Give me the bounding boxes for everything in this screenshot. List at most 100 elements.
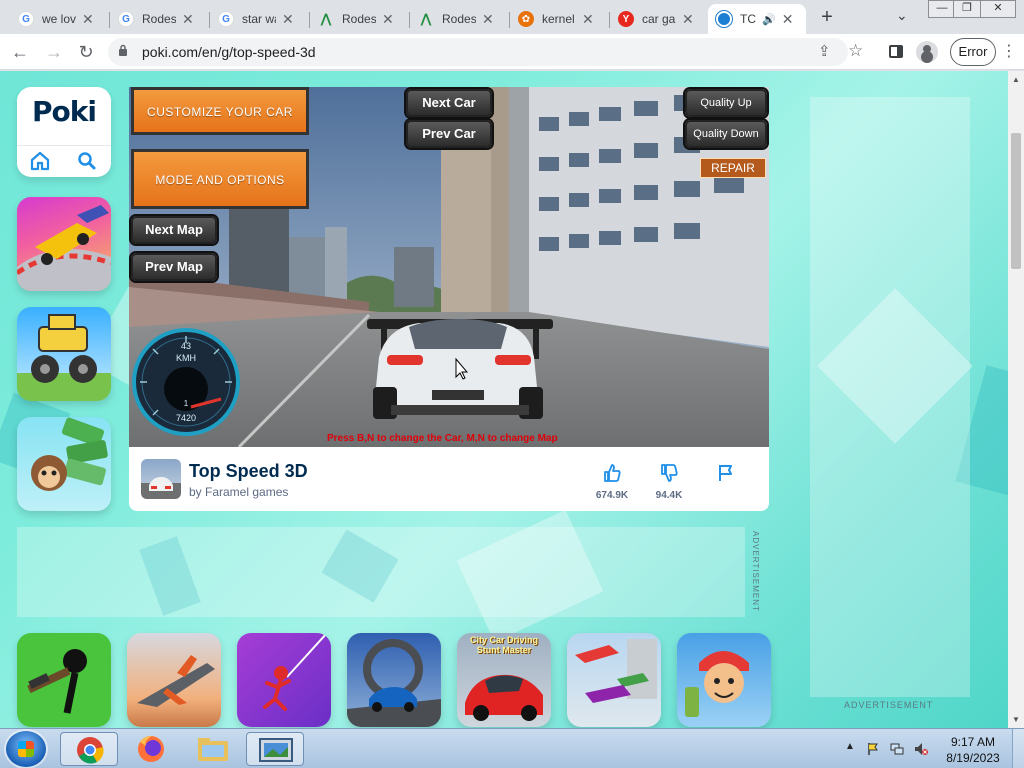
tab-title: kernel <box>542 12 575 26</box>
address-bar[interactable]: poki.com/en/g/top-speed-3d ⇪ <box>108 38 848 66</box>
share-icon[interactable]: ⇪ <box>818 42 831 60</box>
minimize-button[interactable]: — <box>928 0 956 18</box>
game-thumb-jet-fighter[interactable] <box>127 633 221 727</box>
url-text: poki.com/en/g/top-speed-3d <box>142 44 316 60</box>
poki-page: Poki CUSTOMIZE YOUR CAR MODE AND OPTIONS… <box>0 71 1008 728</box>
action-center-flag-icon[interactable] <box>866 742 880 756</box>
menu-kebab-icon[interactable]: ⋮ <box>1001 41 1017 61</box>
game-thumb-car-racing[interactable] <box>17 197 111 291</box>
close-tab-icon[interactable]: ✕ <box>82 11 94 28</box>
quality-up-button[interactable]: Quality Up <box>685 89 767 117</box>
customize-car-button[interactable]: CUSTOMIZE YOUR CAR <box>131 87 309 135</box>
close-tab-icon[interactable]: ✕ <box>582 11 594 28</box>
tab-2[interactable]: G Rodes ✕ <box>110 4 210 34</box>
game-thumb-monster-truck[interactable] <box>17 307 111 401</box>
scroll-down-icon[interactable]: ▼ <box>1012 715 1020 724</box>
tab-5[interactable]: ⋀ Rodes ✕ <box>410 4 510 34</box>
maximize-button[interactable]: ❐ <box>953 0 981 18</box>
folder-icon <box>198 738 228 761</box>
game-thumb-stickman-shooter[interactable] <box>17 633 111 727</box>
speaker-icon[interactable]: 🔊 <box>762 13 776 26</box>
like-button[interactable]: 674.9K <box>587 463 637 501</box>
tab-3[interactable]: G star wa ✕ <box>210 4 310 34</box>
firefox-icon <box>138 736 164 762</box>
taskbar-firefox[interactable] <box>122 732 180 766</box>
back-button[interactable]: ← <box>8 40 32 64</box>
start-button[interactable] <box>6 731 46 767</box>
quality-down-button[interactable]: Quality Down <box>685 120 767 148</box>
game-developer[interactable]: by Faramel games <box>189 485 288 499</box>
scroll-up-icon[interactable]: ▲ <box>1012 75 1020 84</box>
prev-map-button[interactable]: Prev Map <box>131 253 217 281</box>
mode-options-button[interactable]: MODE AND OPTIONS <box>131 149 309 209</box>
search-icon[interactable] <box>77 151 97 171</box>
tab-title: car ga <box>642 12 676 26</box>
scrollbar-thumb[interactable] <box>1011 133 1021 269</box>
game-thumb-city-car-driving[interactable]: City Car Driving Stunt Master <box>457 633 551 727</box>
system-clock[interactable]: 9:17 AM 8/19/2023 <box>940 734 1006 766</box>
close-tab-icon[interactable]: ✕ <box>482 11 494 28</box>
jet-fighter-art <box>137 655 215 707</box>
reload-button[interactable]: ↻ <box>74 40 98 64</box>
tab-title: star wa <box>242 12 276 26</box>
close-window-button[interactable]: ✕ <box>980 0 1016 18</box>
game-thumb-subway-surfers[interactable] <box>677 633 771 727</box>
monkey-money-art <box>31 417 108 491</box>
game-thumb-car-stunt-loop[interactable] <box>347 633 441 727</box>
profile-avatar[interactable] <box>916 41 938 63</box>
taskbar-chrome[interactable] <box>60 732 118 766</box>
volume-muted-icon[interactable] <box>914 742 928 756</box>
flying-car-art <box>575 639 657 703</box>
taskbar-image-viewer[interactable] <box>246 732 304 766</box>
close-tab-icon[interactable]: ✕ <box>782 11 794 28</box>
browser-toolbar: ← → ↻ poki.com/en/g/top-speed-3d ⇪ ☆ Err… <box>0 34 1024 70</box>
game-thumb-monkey-money[interactable] <box>17 417 111 511</box>
lock-icon <box>119 44 127 56</box>
network-icon[interactable] <box>890 742 904 756</box>
close-tab-icon[interactable]: ✕ <box>382 11 394 28</box>
home-icon[interactable] <box>30 151 50 171</box>
next-car-button[interactable]: Next Car <box>406 89 492 117</box>
poki-logo[interactable]: Poki <box>17 95 111 128</box>
prev-car-button[interactable]: Prev Car <box>406 120 492 148</box>
poki-icon <box>716 11 732 27</box>
show-desktop-button[interactable] <box>1012 729 1024 768</box>
tab-7[interactable]: Y car ga ✕ <box>610 4 710 34</box>
game-canvas[interactable]: CUSTOMIZE YOUR CAR MODE AND OPTIONS Next… <box>129 87 769 447</box>
advertisement-banner[interactable] <box>17 527 745 617</box>
new-tab-button[interactable]: + <box>815 6 839 29</box>
advertisement-label: ADVERTISEMENT <box>751 531 760 612</box>
dislike-button[interactable]: 94.4K <box>644 463 694 501</box>
divider <box>17 145 111 146</box>
game-icon <box>141 459 181 499</box>
tab-4[interactable]: ⋀ Rodes ✕ <box>310 4 410 34</box>
close-tab-icon[interactable]: ✕ <box>182 11 194 28</box>
vertical-scrollbar[interactable]: ▲ ▼ <box>1008 71 1024 728</box>
close-tab-icon[interactable]: ✕ <box>282 11 294 28</box>
tab-1[interactable]: G we lov ✕ <box>10 4 110 34</box>
game-thumb-flying-car[interactable] <box>567 633 661 727</box>
close-tab-icon[interactable]: ✕ <box>682 11 694 28</box>
like-count: 674.9K <box>595 490 629 501</box>
speed-readout: 43 <box>180 341 191 351</box>
report-button[interactable] <box>701 463 751 488</box>
taskbar-file-explorer[interactable] <box>184 732 242 766</box>
error-button[interactable]: Error <box>950 38 996 66</box>
game-icon-art <box>141 477 181 499</box>
tab-title: Rodes <box>342 12 376 26</box>
tab-search-chevron-icon[interactable]: ⌄ <box>896 7 908 24</box>
tab-8-active[interactable]: TC 🔊 ✕ <box>708 4 806 34</box>
game-thumb-stickman-swing[interactable] <box>237 633 331 727</box>
next-map-button[interactable]: Next Map <box>131 216 217 244</box>
dislike-count: 94.4K <box>655 490 683 501</box>
repair-button[interactable]: REPAIR <box>700 158 766 178</box>
show-hidden-icons[interactable]: ▲ <box>845 741 855 752</box>
advertisement-skyscraper[interactable] <box>810 97 970 697</box>
tab-6[interactable]: ✿ kernel ✕ <box>510 4 610 34</box>
bookmark-star-icon[interactable]: ☆ <box>848 41 863 61</box>
forward-button[interactable]: → <box>42 40 66 64</box>
flag-icon <box>719 465 732 481</box>
side-panel-icon[interactable] <box>889 45 903 58</box>
advertisement-label: ADVERTISEMENT <box>844 700 934 710</box>
chrome-icon <box>77 737 104 764</box>
